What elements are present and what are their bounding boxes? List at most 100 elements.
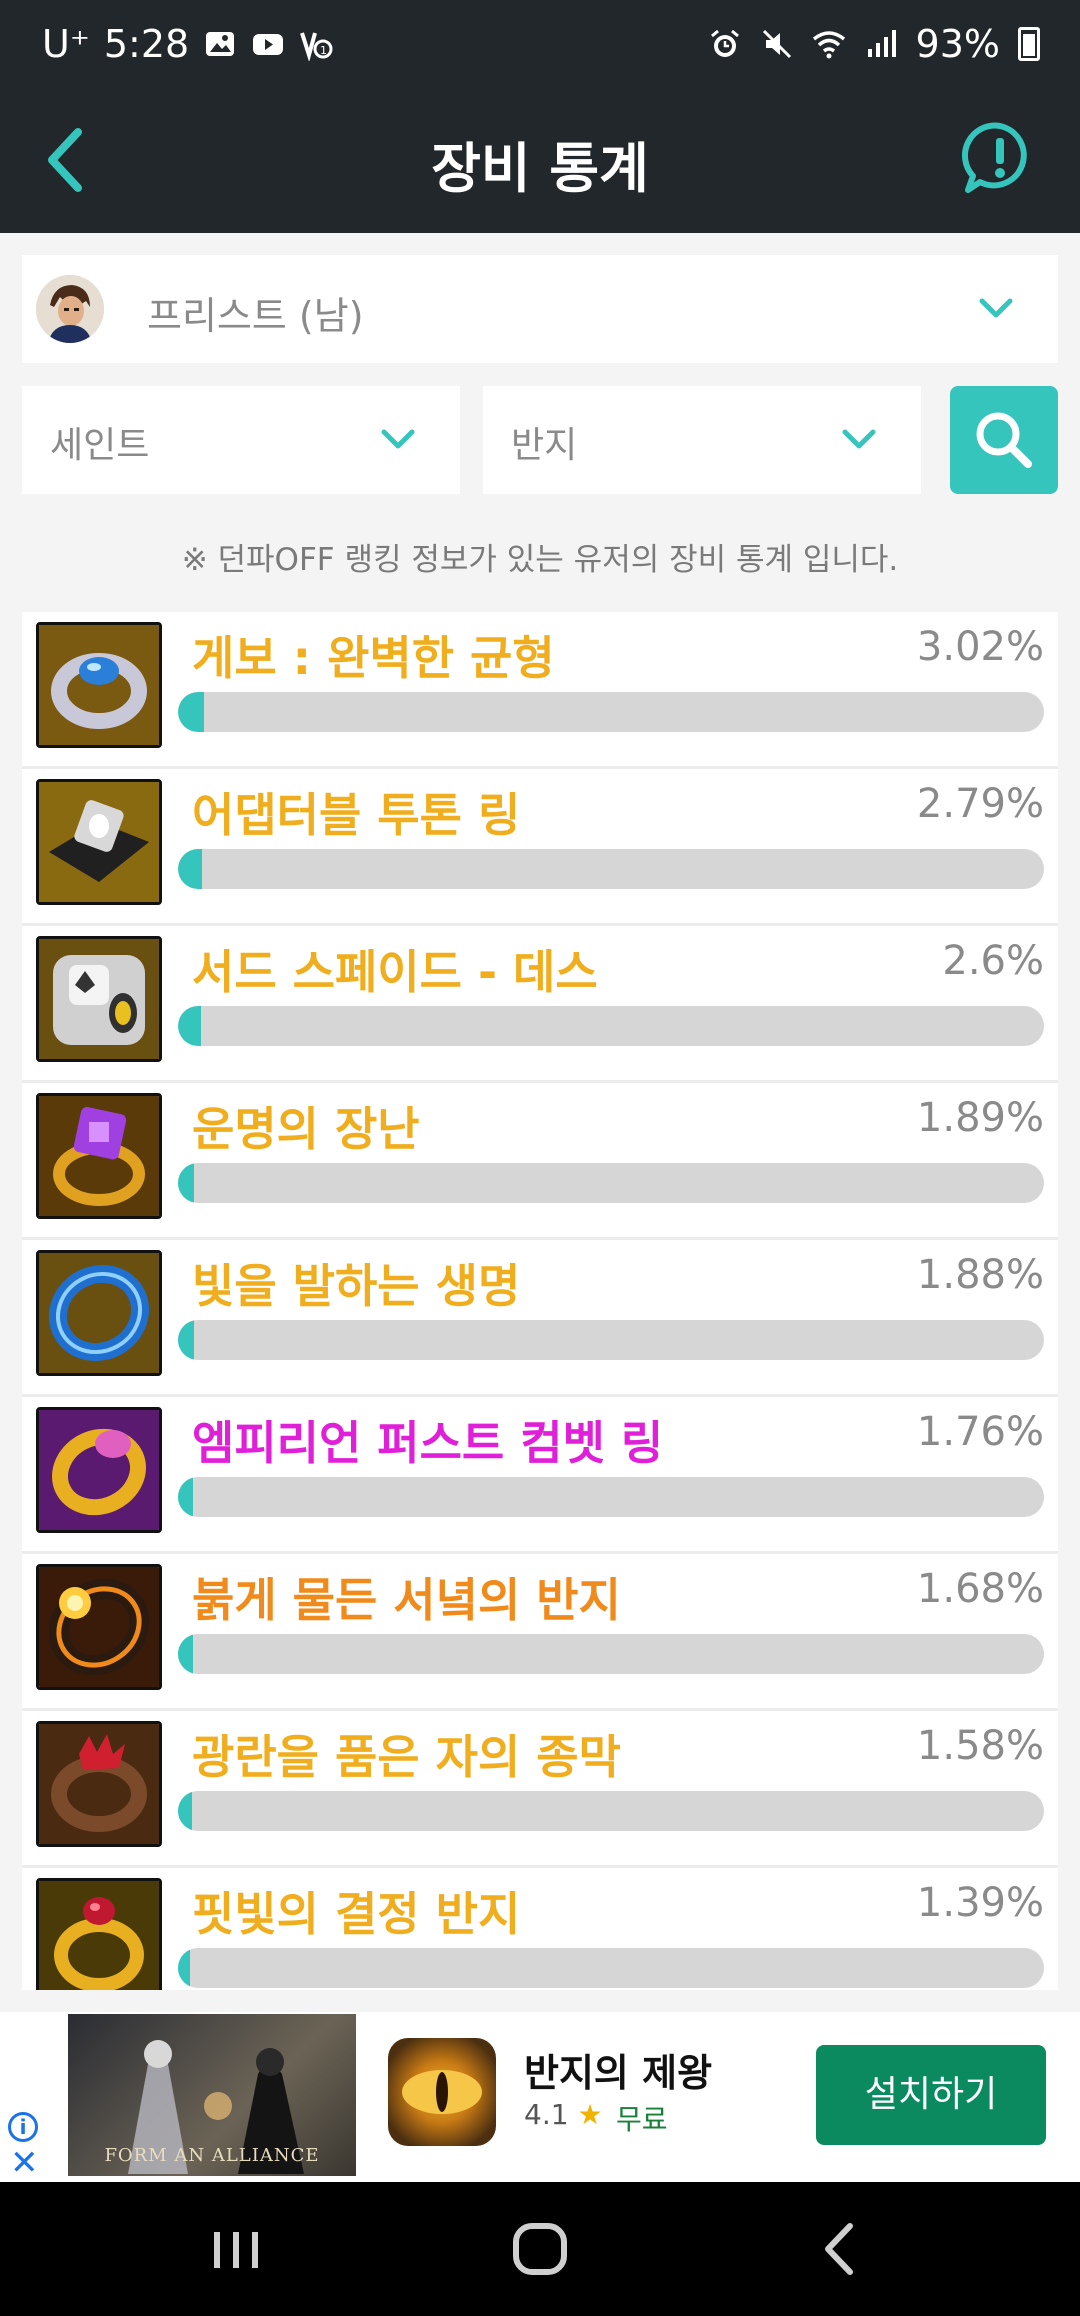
item-name: 게보 : 완벽한 균형	[192, 631, 555, 685]
usage-bar	[178, 692, 1044, 732]
app-header: 장비 통계	[0, 90, 1080, 233]
class-selector-value: 프리스트 (남)	[147, 294, 364, 338]
clock: 5:28	[103, 22, 190, 66]
ring-item-icon	[36, 1093, 162, 1219]
ring-item-icon	[36, 1721, 162, 1847]
item-percentage: 1.89%	[916, 1095, 1044, 1141]
usage-bar-fill	[178, 1320, 195, 1360]
item-percentage: 1.39%	[916, 1880, 1044, 1926]
list-item[interactable]: 엠피리언 퍼스트 컴벳 링 1.76%	[22, 1397, 1058, 1554]
chevron-down-icon	[979, 298, 1013, 318]
list-item[interactable]: 게보 : 완벽한 균형 3.02%	[22, 612, 1058, 769]
ring-item-icon	[36, 1878, 162, 1990]
ring-item-icon	[36, 1564, 162, 1690]
help-chat-icon[interactable]	[960, 118, 1040, 198]
item-name: 핏빛의 결정 반지	[192, 1887, 521, 1941]
item-percentage: 1.76%	[916, 1409, 1044, 1455]
list-item[interactable]: 서드 스페이드 - 데스 2.6%	[22, 926, 1058, 1083]
item-name: 엠피리언 퍼스트 컴벳 링	[192, 1416, 664, 1470]
app-notification-icon: 1	[300, 32, 333, 61]
gallery-icon	[206, 32, 235, 56]
page-title: 장비 통계	[431, 137, 649, 200]
ad-info-icon[interactable]: i	[8, 2112, 38, 2142]
usage-bar	[178, 1948, 1044, 1988]
item-percentage: 2.6%	[942, 938, 1044, 984]
statistics-notice: ※ 던파OFF 랭킹 정보가 있는 유저의 장비 통계 입니다.	[181, 542, 899, 578]
usage-bar-fill	[178, 1634, 193, 1674]
list-item[interactable]: 빛을 발하는 생명 1.88%	[22, 1240, 1058, 1397]
chevron-down-icon	[842, 429, 876, 449]
ring-item-icon	[36, 1250, 162, 1376]
item-name: 어댑터블 투톤 링	[192, 788, 521, 842]
usage-bar-fill	[178, 1006, 201, 1046]
ring-item-icon	[36, 936, 162, 1062]
item-percentage: 1.88%	[916, 1252, 1044, 1298]
usage-bar	[178, 849, 1044, 889]
item-name: 광란을 품은 자의 종막	[192, 1730, 621, 1784]
signal-icon	[867, 30, 896, 57]
list-item[interactable]: 핏빛의 결정 반지 1.39%	[22, 1868, 1058, 1990]
ad-close-icon[interactable]: ✕	[10, 2146, 39, 2180]
youtube-icon	[253, 34, 284, 55]
item-name: 서드 스페이드 - 데스	[192, 945, 598, 999]
item-name: 빛을 발하는 생명	[192, 1259, 521, 1313]
slot-filter-dropdown[interactable]: 반지	[483, 386, 921, 494]
list-item[interactable]: 광란을 품은 자의 종막 1.58%	[22, 1711, 1058, 1868]
ad-banner-text: FORM AN ALLIANCE	[104, 2145, 320, 2166]
ad-price: 무료	[616, 2103, 668, 2136]
search-button[interactable]	[950, 386, 1058, 494]
carrier-label: U⁺	[42, 22, 90, 66]
search-icon	[976, 412, 1032, 468]
set-filter-value: 세인트	[50, 425, 150, 466]
app-icon[interactable]	[388, 2038, 496, 2146]
usage-bar	[178, 1634, 1044, 1674]
ad-rating: 4.1 ★	[524, 2098, 603, 2131]
back-nav-icon[interactable]	[800, 2212, 880, 2286]
list-item[interactable]: 어댑터블 투톤 링 2.79%	[22, 769, 1058, 926]
system-navigation-bar	[0, 2182, 1080, 2316]
item-percentage: 1.68%	[916, 1566, 1044, 1612]
item-percentage: 1.58%	[916, 1723, 1044, 1769]
item-name: 붉게 물든 서녘의 반지	[192, 1573, 621, 1627]
install-button[interactable]: 설치하기	[816, 2045, 1046, 2145]
usage-bar-fill	[178, 692, 205, 732]
item-percentage: 3.02%	[916, 624, 1044, 670]
battery-icon	[1018, 27, 1040, 61]
set-filter-dropdown[interactable]: 세인트	[22, 386, 460, 494]
usage-bar	[178, 1006, 1044, 1046]
slot-filter-value: 반지	[511, 425, 578, 466]
star-icon: ★	[577, 2098, 603, 2131]
recent-apps-icon[interactable]	[196, 2212, 276, 2286]
ad-image[interactable]: FORM AN ALLIANCE	[68, 2014, 356, 2176]
equipment-stats-list[interactable]: 게보 : 완벽한 균형 3.02% 어댑터블 투톤 링 2.79% 서드 스페이…	[22, 612, 1058, 1990]
ad-rating-value: 4.1	[524, 2098, 569, 2131]
ad-app-name: 반지의 제왕	[524, 2051, 713, 2095]
wifi-icon	[812, 31, 845, 59]
ring-item-icon	[36, 1407, 162, 1533]
ad-banner[interactable]: i ✕ FORM AN ALLIANCE 반지의 제왕 4.1 ★ 무료 설치하…	[0, 2012, 1080, 2182]
status-bar: U⁺ 5:28 1 93%	[0, 0, 1080, 90]
usage-bar-fill	[178, 1948, 191, 1988]
usage-bar-fill	[178, 1163, 195, 1203]
svg-text:1: 1	[320, 44, 327, 57]
usage-bar	[178, 1163, 1044, 1203]
usage-bar	[178, 1320, 1044, 1360]
ring-item-icon	[36, 779, 162, 905]
alarm-icon	[710, 29, 739, 57]
home-icon[interactable]	[500, 2212, 580, 2286]
ring-item-icon	[36, 622, 162, 748]
usage-bar-fill	[178, 849, 203, 889]
usage-bar-fill	[178, 1477, 194, 1517]
item-percentage: 2.79%	[916, 781, 1044, 827]
battery-percent: 93%	[915, 22, 1000, 66]
usage-bar	[178, 1477, 1044, 1517]
chevron-down-icon	[381, 429, 415, 449]
class-selector-dropdown[interactable]: 프리스트 (남)	[22, 255, 1058, 363]
class-avatar	[36, 275, 104, 343]
list-item[interactable]: 운명의 장난 1.89%	[22, 1083, 1058, 1240]
item-name: 운명의 장난	[192, 1102, 420, 1156]
usage-bar	[178, 1791, 1044, 1831]
list-item[interactable]: 붉게 물든 서녘의 반지 1.68%	[22, 1554, 1058, 1711]
usage-bar-fill	[178, 1791, 192, 1831]
mute-icon	[762, 29, 791, 59]
